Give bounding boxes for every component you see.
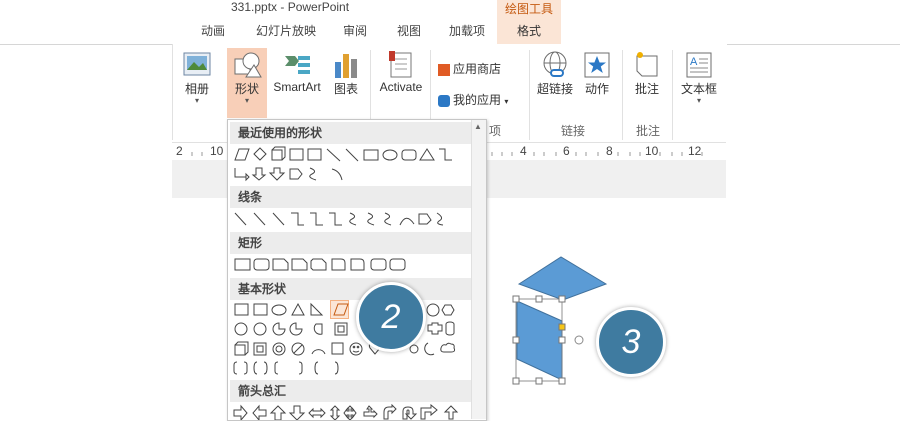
photo-album-icon <box>183 52 211 76</box>
comment-button[interactable]: 批注 <box>630 50 664 97</box>
tab-addins[interactable]: 加载项 <box>449 18 485 44</box>
block-arrow-icons[interactable] <box>232 404 472 421</box>
line-shapes-icons[interactable] <box>232 210 472 228</box>
smartart-label: SmartArt <box>273 80 321 94</box>
group-label-apps: 项 <box>489 124 502 138</box>
group-label-comments: 批注 <box>636 124 661 138</box>
chart-label: 图表 <box>333 82 358 96</box>
app-store-label: 应用商店 <box>453 62 502 76</box>
basic-shapes-row-1 <box>232 301 472 319</box>
activate-label: Activate <box>379 80 423 94</box>
step-callout-3: 3 <box>596 307 666 377</box>
resize-handle[interactable] <box>558 336 566 344</box>
hyperlink-button[interactable]: 超链接 <box>535 50 575 97</box>
tab-format[interactable]: 格式 <box>497 18 561 44</box>
action-button[interactable]: 动作 <box>581 50 613 97</box>
smartart-icon <box>285 56 310 74</box>
basic-shapes-row-3 <box>232 340 472 358</box>
action-label: 动作 <box>584 82 609 96</box>
section-block-arrows: 箭头总汇 <box>230 380 478 402</box>
recent-shapes-row <box>232 146 472 164</box>
section-recent-shapes: 最近使用的形状 <box>230 122 478 144</box>
recent-shapes-icons-2[interactable] <box>232 165 472 183</box>
resize-handle[interactable] <box>535 295 543 303</box>
resize-handle[interactable] <box>512 295 520 303</box>
album-button[interactable]: 相册 ▾ <box>178 50 216 105</box>
tab-animations[interactable]: 动画 <box>201 18 225 44</box>
chevron-down-icon: ▾ <box>194 96 199 105</box>
basic-shapes-icons-1[interactable] <box>232 301 472 319</box>
ribbon-separator <box>672 50 673 140</box>
tab-review[interactable]: 审阅 <box>343 18 367 44</box>
resize-handle[interactable] <box>558 295 566 303</box>
window-title: 331.pptx - PowerPoint <box>231 0 350 14</box>
star-action-icon <box>584 52 610 78</box>
group-label-links: 链接 <box>561 124 586 138</box>
svg-text:A: A <box>690 56 698 68</box>
comment-label: 批注 <box>634 82 659 96</box>
resize-handle[interactable] <box>512 377 520 385</box>
textbox-button[interactable]: A 文本框 ▾ <box>678 50 720 105</box>
diamond-shape[interactable] <box>517 256 608 301</box>
scroll-up-arrow-icon[interactable]: ▲ <box>471 120 485 134</box>
adjust-handle[interactable] <box>558 323 566 331</box>
chevron-down-icon: ▾ <box>244 96 249 105</box>
hyperlink-icon <box>543 51 567 77</box>
rectangles-row <box>232 256 472 274</box>
textbox-icon: A <box>686 52 712 78</box>
block-arrows-row <box>232 404 472 421</box>
apps-icon <box>438 94 450 107</box>
tab-view[interactable]: 视图 <box>397 18 421 44</box>
panel-scrollbar[interactable] <box>471 120 486 419</box>
my-apps-button[interactable]: 我的应用 ▾ <box>438 91 508 108</box>
bar-chart-icon <box>335 54 357 78</box>
chart-button[interactable]: 图表 <box>330 50 362 97</box>
parallelogram-shape[interactable] <box>516 300 563 381</box>
resize-handle[interactable] <box>535 377 543 385</box>
basic-shapes-row-4 <box>232 359 472 377</box>
section-basic-shapes: 基本形状 <box>230 278 478 300</box>
my-apps-label: 我的应用 <box>453 93 502 107</box>
basic-shapes-row-2 <box>232 320 472 338</box>
basic-shapes-icons-2[interactable] <box>232 320 472 338</box>
step-callout-2: 2 <box>356 282 426 352</box>
title-bar <box>0 0 900 18</box>
shapes-dropdown-panel: 最近使用的形状 线条 矩形 基本形状 箭头总汇 <box>227 119 487 421</box>
activate-icon <box>389 51 412 78</box>
basic-shapes-icons-3[interactable] <box>232 340 472 358</box>
textbox-label: 文本框 <box>680 82 717 96</box>
store-bag-icon <box>438 63 450 76</box>
section-lines: 线条 <box>230 186 478 208</box>
basic-shapes-icons-4[interactable] <box>232 359 472 377</box>
comment-icon <box>636 52 658 77</box>
activate-button[interactable]: Activate <box>376 50 426 94</box>
app-store-button[interactable]: 应用商店 <box>438 60 501 77</box>
recent-shapes-icons[interactable] <box>232 146 472 164</box>
hyperlink-label: 超链接 <box>536 82 573 96</box>
album-label: 相册 <box>184 82 209 96</box>
tab-slideshow[interactable]: 幻灯片放映 <box>256 18 316 44</box>
smartart-button[interactable]: SmartArt <box>270 50 324 94</box>
section-rectangles: 矩形 <box>230 232 478 254</box>
ribbon-separator <box>622 50 623 140</box>
shapes-label: 形状 <box>234 82 259 96</box>
rotate-handle-icon[interactable] <box>574 335 584 345</box>
resize-handle[interactable] <box>512 336 520 344</box>
shapes-button[interactable]: 形状 ▾ <box>227 48 267 118</box>
chevron-down-icon: ▾ <box>696 96 701 105</box>
lines-row <box>232 210 472 228</box>
drawing-tools-context-label: 绘图工具 <box>497 0 561 18</box>
ribbon-separator <box>529 50 530 140</box>
recent-shapes-row-2 <box>232 165 472 183</box>
rectangle-shapes-icons[interactable] <box>232 256 472 274</box>
shapes-icon <box>234 52 262 78</box>
chevron-down-icon: ▾ <box>504 97 509 106</box>
resize-handle[interactable] <box>558 377 566 385</box>
canvas-shapes[interactable] <box>505 252 615 387</box>
